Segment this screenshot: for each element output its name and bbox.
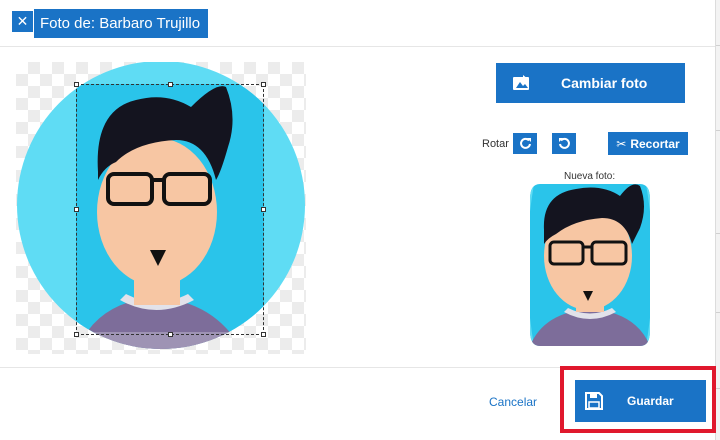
upload-photo-icon — [513, 75, 529, 90]
rotate-counterclockwise-icon — [558, 137, 570, 149]
close-button[interactable]: ✕ — [12, 11, 33, 32]
cancel-link[interactable]: Cancelar — [489, 395, 537, 409]
crop-button[interactable]: ✂ Recortar — [608, 132, 688, 155]
floppy-disk-icon — [585, 392, 603, 410]
photo-dialog: ✕ Foto de: Barbaro Trujillo Cambiar foto… — [0, 0, 720, 440]
dialog-title-bar: ✕ Foto de: Barbaro Trujillo — [12, 9, 209, 38]
change-photo-label: Cambiar foto — [561, 75, 648, 91]
new-photo-label: Nueva foto: — [564, 171, 616, 182]
close-icon: ✕ — [16, 13, 29, 29]
rotate-label: Rotar — [482, 138, 509, 150]
new-photo-preview — [530, 184, 650, 346]
save-button[interactable]: Guardar — [575, 380, 706, 422]
photo-editor[interactable] — [16, 62, 306, 354]
scissors-icon: ✂ — [616, 136, 627, 151]
change-photo-button[interactable]: Cambiar foto — [496, 63, 685, 103]
crop-selection[interactable] — [74, 82, 266, 337]
rotate-left-button[interactable] — [552, 133, 576, 154]
save-label: Guardar — [627, 394, 674, 408]
rotate-clockwise-icon — [519, 137, 531, 149]
dialog-title: Foto de: Barbaro Trujillo — [34, 9, 209, 38]
header-divider — [0, 46, 715, 47]
rotate-right-button[interactable] — [513, 133, 537, 154]
crop-label: Recortar — [630, 136, 680, 151]
